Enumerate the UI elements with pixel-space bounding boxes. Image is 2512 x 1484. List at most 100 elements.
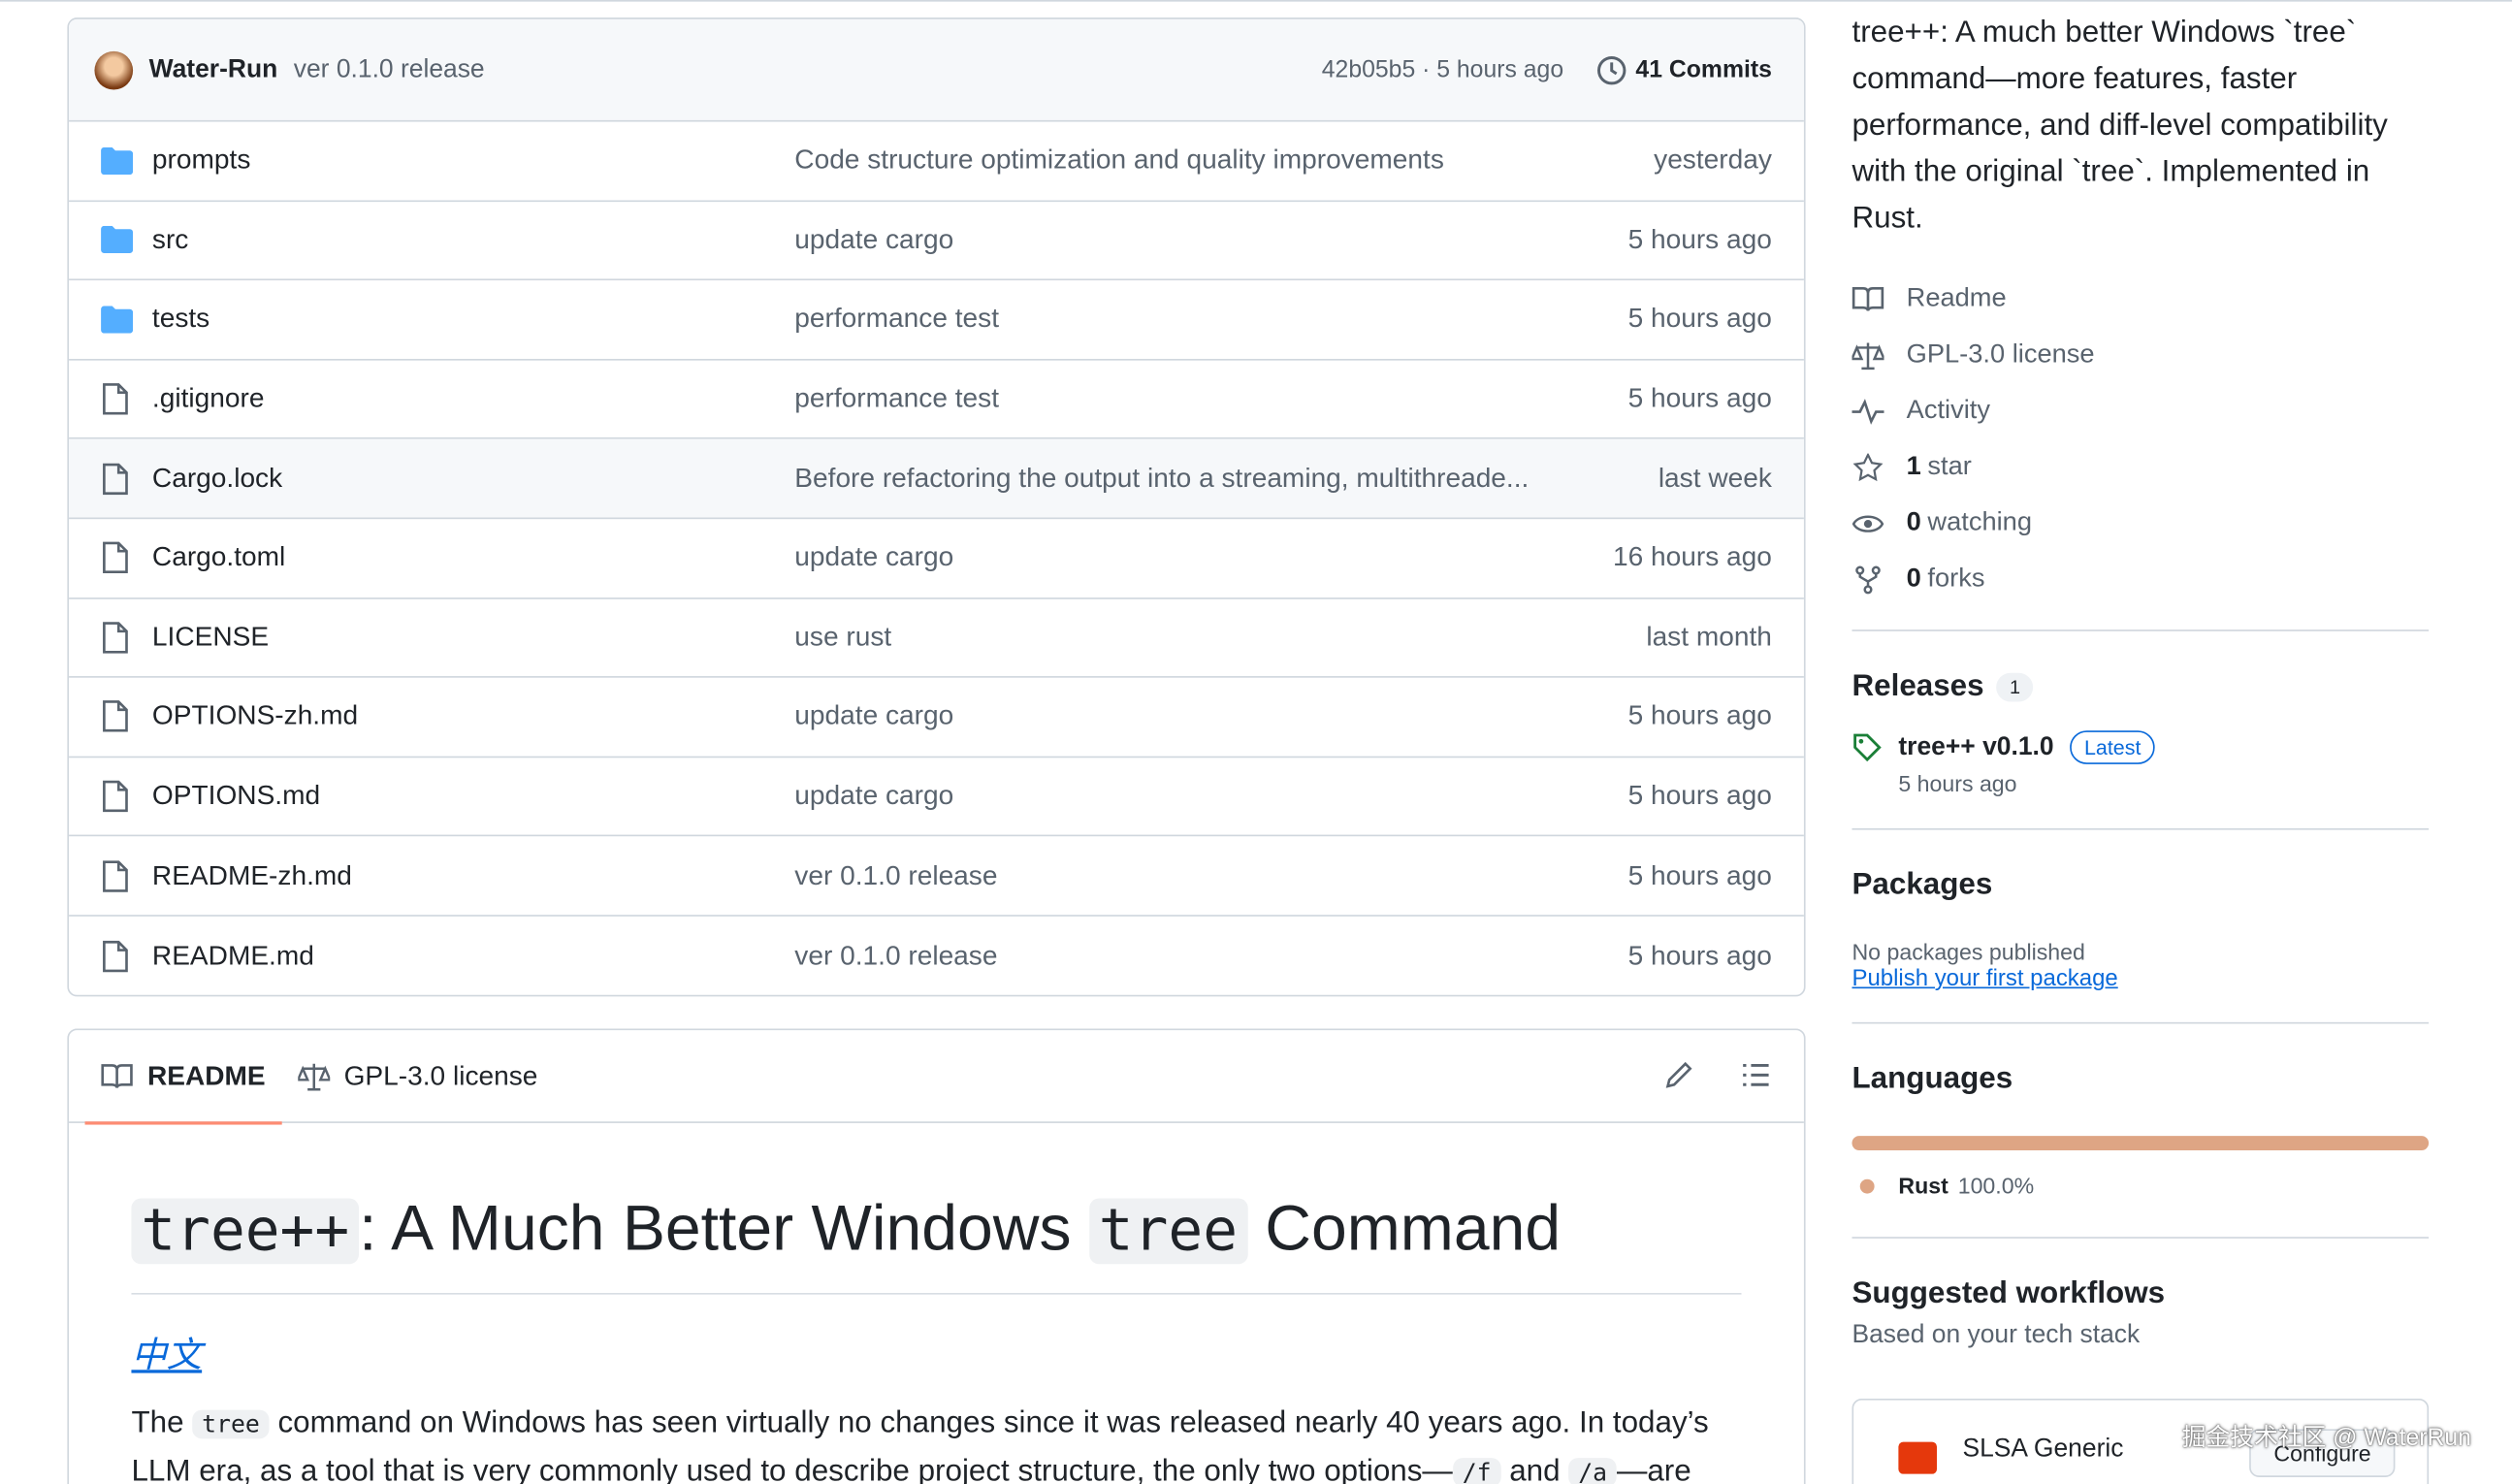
file-icon [101,859,133,891]
file-icon [101,383,133,415]
file-row[interactable]: .gitignoreperformance test5 hours ago [69,360,1804,439]
pencil-icon[interactable] [1663,1059,1695,1091]
file-row[interactable]: LICENSEuse rustlast month [69,598,1804,678]
folder-icon [101,147,133,175]
file-commit-message[interactable]: update cargo [794,542,1531,574]
file-icon [101,940,133,972]
language-bar [1852,1136,2429,1150]
readme-title: tree++: A Much Better Windows tree Comma… [131,1187,1741,1295]
release-time: 5 hours ago [1898,771,2429,796]
folder-icon [101,306,133,333]
file-commit-message[interactable]: update cargo [794,224,1531,256]
file-commit-message[interactable]: Before refactoring the output into a str… [794,463,1531,495]
file-icon [101,781,133,813]
file-time: 5 hours ago [1531,304,1772,336]
file-time: 5 hours ago [1531,859,1772,891]
commit-sha-time[interactable]: 42b05b5 · 5 hours ago [1322,56,1563,83]
avatar[interactable] [94,50,133,89]
file-row[interactable]: OPTIONS-zh.mdupdate cargo5 hours ago [69,678,1804,758]
law-icon [1852,340,1884,370]
folder-icon [101,227,133,254]
file-name[interactable]: prompts [152,145,794,177]
license-link[interactable]: GPL-3.0 license [1852,327,2429,383]
file-row[interactable]: srcupdate cargo5 hours ago [69,201,1804,280]
file-name[interactable]: Cargo.lock [152,463,794,495]
file-name[interactable]: OPTIONS-zh.md [152,701,794,733]
tab-license[interactable]: GPL-3.0 license [281,1029,554,1122]
file-icon [101,701,133,733]
readme-link[interactable]: Readme [1852,271,2429,327]
file-row[interactable]: testsperformance test5 hours ago [69,280,1804,360]
file-name[interactable]: src [152,224,794,256]
file-name[interactable]: README.md [152,940,794,972]
stars-link[interactable]: 1star [1852,439,2429,496]
file-name[interactable]: Cargo.toml [152,542,794,574]
workflow-name: SLSA Generic [1962,1436,2123,1465]
chinese-readme-link[interactable]: 中文 [131,1327,202,1378]
file-name[interactable]: OPTIONS.md [152,781,794,813]
file-icon [101,622,133,654]
file-time: 5 hours ago [1531,701,1772,733]
file-time: 5 hours ago [1531,940,1772,972]
file-time: 16 hours ago [1531,542,1772,574]
file-time: last month [1531,622,1772,654]
publish-package-link[interactable]: Publish your first package [1852,966,2117,991]
tab-label: README [147,1060,266,1092]
packages-heading[interactable]: Packages [1852,868,2429,903]
forks-link[interactable]: 0forks [1852,551,2429,607]
readme-panel: README GPL-3.0 license tree++: A Much Be… [67,1028,1805,1484]
file-time: 5 hours ago [1531,224,1772,256]
file-commit-message[interactable]: use rust [794,622,1531,654]
file-commit-message[interactable]: ver 0.1.0 release [794,940,1531,972]
file-name[interactable]: README-zh.md [152,859,794,891]
file-row[interactable]: README-zh.mdver 0.1.0 release5 hours ago [69,837,1804,917]
tag-icon [1852,732,1882,762]
latest-badge: Latest [2070,730,2155,764]
law-icon [298,1061,330,1090]
workflows-subtitle: Based on your tech stack [1852,1322,2429,1351]
latest-commit-bar: Water-Run ver 0.1.0 release 42b05b5 · 5 … [69,19,1804,122]
readme-paragraph: The tree command on Windows has seen vir… [131,1401,1741,1484]
fork-icon [1852,565,1884,594]
file-icon [101,542,133,574]
file-row[interactable]: OPTIONS.mdupdate cargo5 hours ago [69,758,1804,837]
commits-link[interactable]: 41 Commits [1595,53,1772,85]
file-commit-message[interactable]: performance test [794,383,1531,415]
workflows-heading: Suggested workflows [1852,1276,2429,1311]
file-row[interactable]: promptsCode structure optimization and q… [69,122,1804,202]
top-divider [0,0,2512,2]
pulse-icon [1852,397,1884,426]
commit-author[interactable]: Water-Run [149,55,278,84]
watermark: 掘金技术社区 @ WaterRun [2182,1419,2471,1453]
star-icon [1852,453,1884,482]
activity-link[interactable]: Activity [1852,383,2429,439]
releases-heading[interactable]: Releases1 [1852,669,2429,704]
watchers-link[interactable]: 0watching [1852,495,2429,551]
file-icon [101,463,133,495]
file-row[interactable]: README.mdver 0.1.0 release5 hours ago [69,917,1804,996]
file-commit-message[interactable]: performance test [794,304,1531,336]
file-time: 5 hours ago [1531,383,1772,415]
tab-readme[interactable]: README [85,1029,282,1122]
file-name[interactable]: LICENSE [152,622,794,654]
no-packages-text: No packages published [1852,939,2429,964]
file-commit-message[interactable]: ver 0.1.0 release [794,859,1531,891]
file-time: yesterday [1531,145,1772,177]
file-commit-message[interactable]: update cargo [794,781,1531,813]
outline-list-icon[interactable] [1740,1059,1772,1091]
file-name[interactable]: .gitignore [152,383,794,415]
book-icon [1852,284,1884,313]
file-time: 5 hours ago [1531,781,1772,813]
file-row[interactable]: Cargo.tomlupdate cargo16 hours ago [69,519,1804,598]
file-commit-message[interactable]: Code structure optimization and quality … [794,145,1531,177]
history-icon [1595,53,1627,85]
eye-icon [1852,508,1884,537]
repo-sidebar: tree++: A much better Windows `tree` com… [1852,10,2429,1484]
file-time: last week [1531,463,1772,495]
commit-message[interactable]: ver 0.1.0 release [294,55,485,84]
file-row[interactable]: Cargo.lockBefore refactoring the output … [69,439,1804,519]
file-commit-message[interactable]: update cargo [794,701,1531,733]
language-rust[interactable]: Rust100.0% [1852,1173,2429,1198]
release-item[interactable]: tree++ v0.1.0Latest [1852,730,2429,764]
file-name[interactable]: tests [152,304,794,336]
